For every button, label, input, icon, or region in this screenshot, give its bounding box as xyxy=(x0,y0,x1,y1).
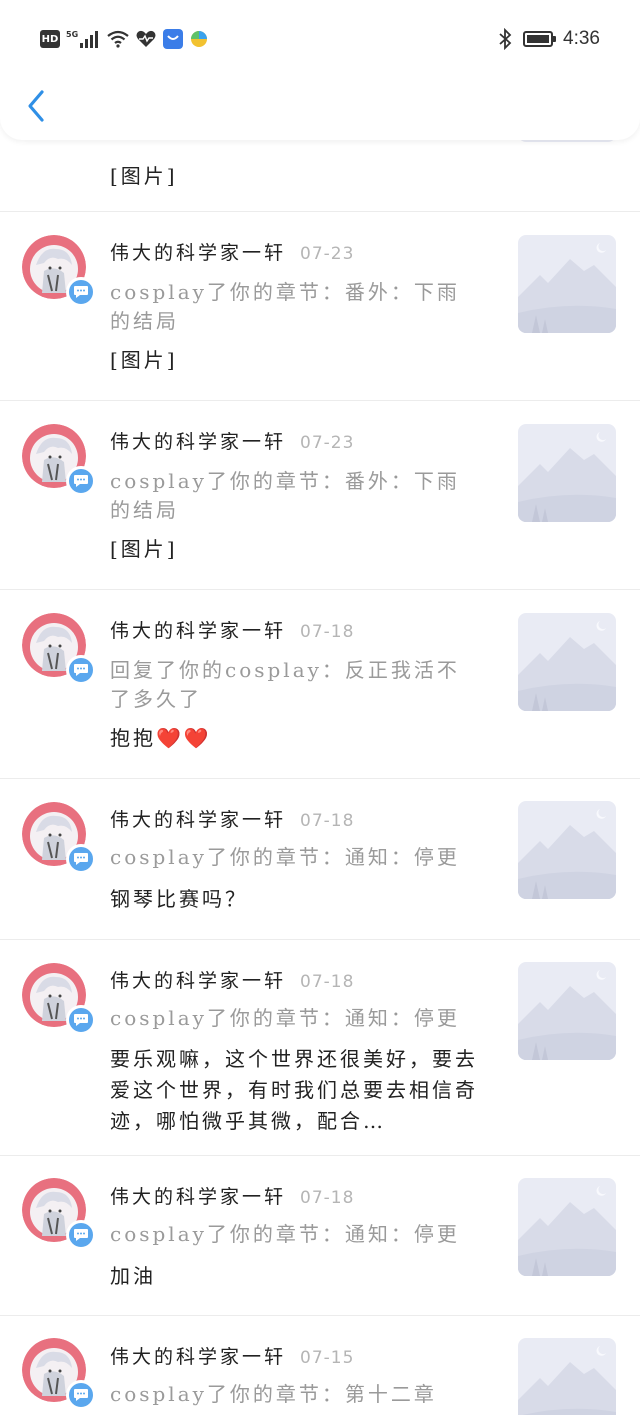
pinwheel-icon xyxy=(191,31,207,47)
list-item[interactable]: 伟大的科学家一轩 07-23 cosplay了你的章节：番外：下雨的结局 [图片] xyxy=(0,401,640,590)
comment-badge-icon xyxy=(66,844,96,874)
date-label: 07-18 xyxy=(300,1188,355,1208)
image-placeholder-icon[interactable] xyxy=(518,613,616,711)
comment-text: 加油 xyxy=(110,1264,156,1288)
network-label: 5G xyxy=(66,30,78,39)
image-placeholder-icon[interactable] xyxy=(518,1338,616,1415)
clock: 4:36 xyxy=(563,28,600,49)
avatar[interactable] xyxy=(22,802,96,874)
comment-text: [图片] xyxy=(110,348,178,372)
avatar[interactable] xyxy=(22,613,96,685)
list-item[interactable]: 伟大的科学家一轩 07-18 回复了你的cosplay：反正我活不了多久了 抱抱❤… xyxy=(0,590,640,779)
sender-name[interactable]: 伟大的科学家一轩 07-18 xyxy=(110,616,354,643)
avatar[interactable] xyxy=(22,424,96,496)
list-item[interactable]: 伟大的科学家一轩 07-15 cosplay了你的章节：第十二章 xyxy=(0,1316,640,1415)
date-label: 07-18 xyxy=(300,622,355,642)
list-item[interactable]: 伟大的科学家一轩 07-23 cosplay了你的章节：番外：下雨的结局 [图片] xyxy=(0,212,640,401)
comment-badge-icon xyxy=(66,1380,96,1410)
notifications-page: [图片] 伟大的科学家一轩 07-23 cosplay了你的章节：番外：下雨的结… xyxy=(0,0,640,1415)
avatar[interactable] xyxy=(22,1178,96,1250)
wifi-icon xyxy=(107,30,129,48)
status-bar: HD 5G 4:36 xyxy=(0,0,640,78)
list-item[interactable]: 伟大的科学家一轩 07-18 cosplay了你的章节：通知：停更 要乐观嘛，这个… xyxy=(0,940,640,1156)
image-placeholder-icon[interactable] xyxy=(518,424,616,522)
action-text: cosplay了你的章节：番外：下雨的结局 xyxy=(110,469,460,522)
action-text: cosplay了你的章节：通知：停更 xyxy=(110,845,460,869)
sender-name[interactable]: 伟大的科学家一轩 07-23 xyxy=(110,427,354,454)
action-text: 回复了你的cosplay：反正我活不了多久了 xyxy=(110,658,460,711)
app-store-icon xyxy=(163,29,183,49)
image-placeholder-icon[interactable] xyxy=(518,962,616,1060)
comment-badge-icon xyxy=(66,277,96,307)
sender-name[interactable]: 伟大的科学家一轩 07-18 xyxy=(110,1182,354,1209)
date-label: 07-23 xyxy=(300,433,355,453)
comment-text: [图片] xyxy=(110,164,178,188)
comment-text: 要乐观嘛，这个世界还很美好，要去爱这个世界，有时我们总要去相信奇迹，哪怕微乎其微… xyxy=(110,1047,478,1133)
image-placeholder-icon[interactable] xyxy=(518,1178,616,1276)
hd-icon: HD xyxy=(40,30,60,48)
action-text: cosplay了你的章节：第十二章 xyxy=(110,1382,437,1406)
date-label: 07-18 xyxy=(300,972,355,992)
battery-icon xyxy=(523,31,557,47)
chevron-left-icon xyxy=(28,90,44,122)
status-left: HD 5G xyxy=(40,26,208,52)
date-label: 07-15 xyxy=(300,1348,355,1368)
list-item[interactable]: 伟大的科学家一轩 07-18 cosplay了你的章节：通知：停更 钢琴比赛吗？ xyxy=(0,779,640,940)
avatar[interactable] xyxy=(22,1338,96,1410)
comment-text: 抱抱❤️❤️ xyxy=(110,726,212,750)
sender-name[interactable]: 伟大的科学家一轩 07-23 xyxy=(110,238,354,265)
date-label: 07-23 xyxy=(300,244,355,264)
sender-name[interactable]: 伟大的科学家一轩 07-18 xyxy=(110,966,354,993)
signal-5g-icon: 5G xyxy=(66,30,98,48)
top-header: HD 5G 4:36 xyxy=(0,0,640,140)
comment-text: 钢琴比赛吗？ xyxy=(110,887,248,911)
bluetooth-icon xyxy=(499,28,512,50)
image-placeholder-icon[interactable] xyxy=(518,801,616,899)
comment-badge-icon xyxy=(66,466,96,496)
comment-badge-icon xyxy=(66,1220,96,1250)
avatar[interactable] xyxy=(22,963,96,1035)
action-text: cosplay了你的章节：通知：停更 xyxy=(110,1222,460,1246)
image-placeholder-icon[interactable] xyxy=(518,235,616,333)
date-label: 07-18 xyxy=(300,811,355,831)
sender-name[interactable]: 伟大的科学家一轩 07-15 xyxy=(110,1342,354,1369)
heart-rate-icon xyxy=(136,30,156,47)
avatar[interactable] xyxy=(22,235,96,307)
sender-name[interactable]: 伟大的科学家一轩 07-18 xyxy=(110,805,354,832)
comment-text: [图片] xyxy=(110,537,178,561)
back-button[interactable] xyxy=(18,84,54,128)
comment-badge-icon xyxy=(66,1005,96,1035)
comment-badge-icon xyxy=(66,655,96,685)
status-right: 4:36 xyxy=(497,26,600,52)
action-text: cosplay了你的章节：番外：下雨的结局 xyxy=(110,280,460,333)
list-item[interactable]: 伟大的科学家一轩 07-18 cosplay了你的章节：通知：停更 加油 xyxy=(0,1156,640,1316)
action-text: cosplay了你的章节：通知：停更 xyxy=(110,1006,460,1030)
